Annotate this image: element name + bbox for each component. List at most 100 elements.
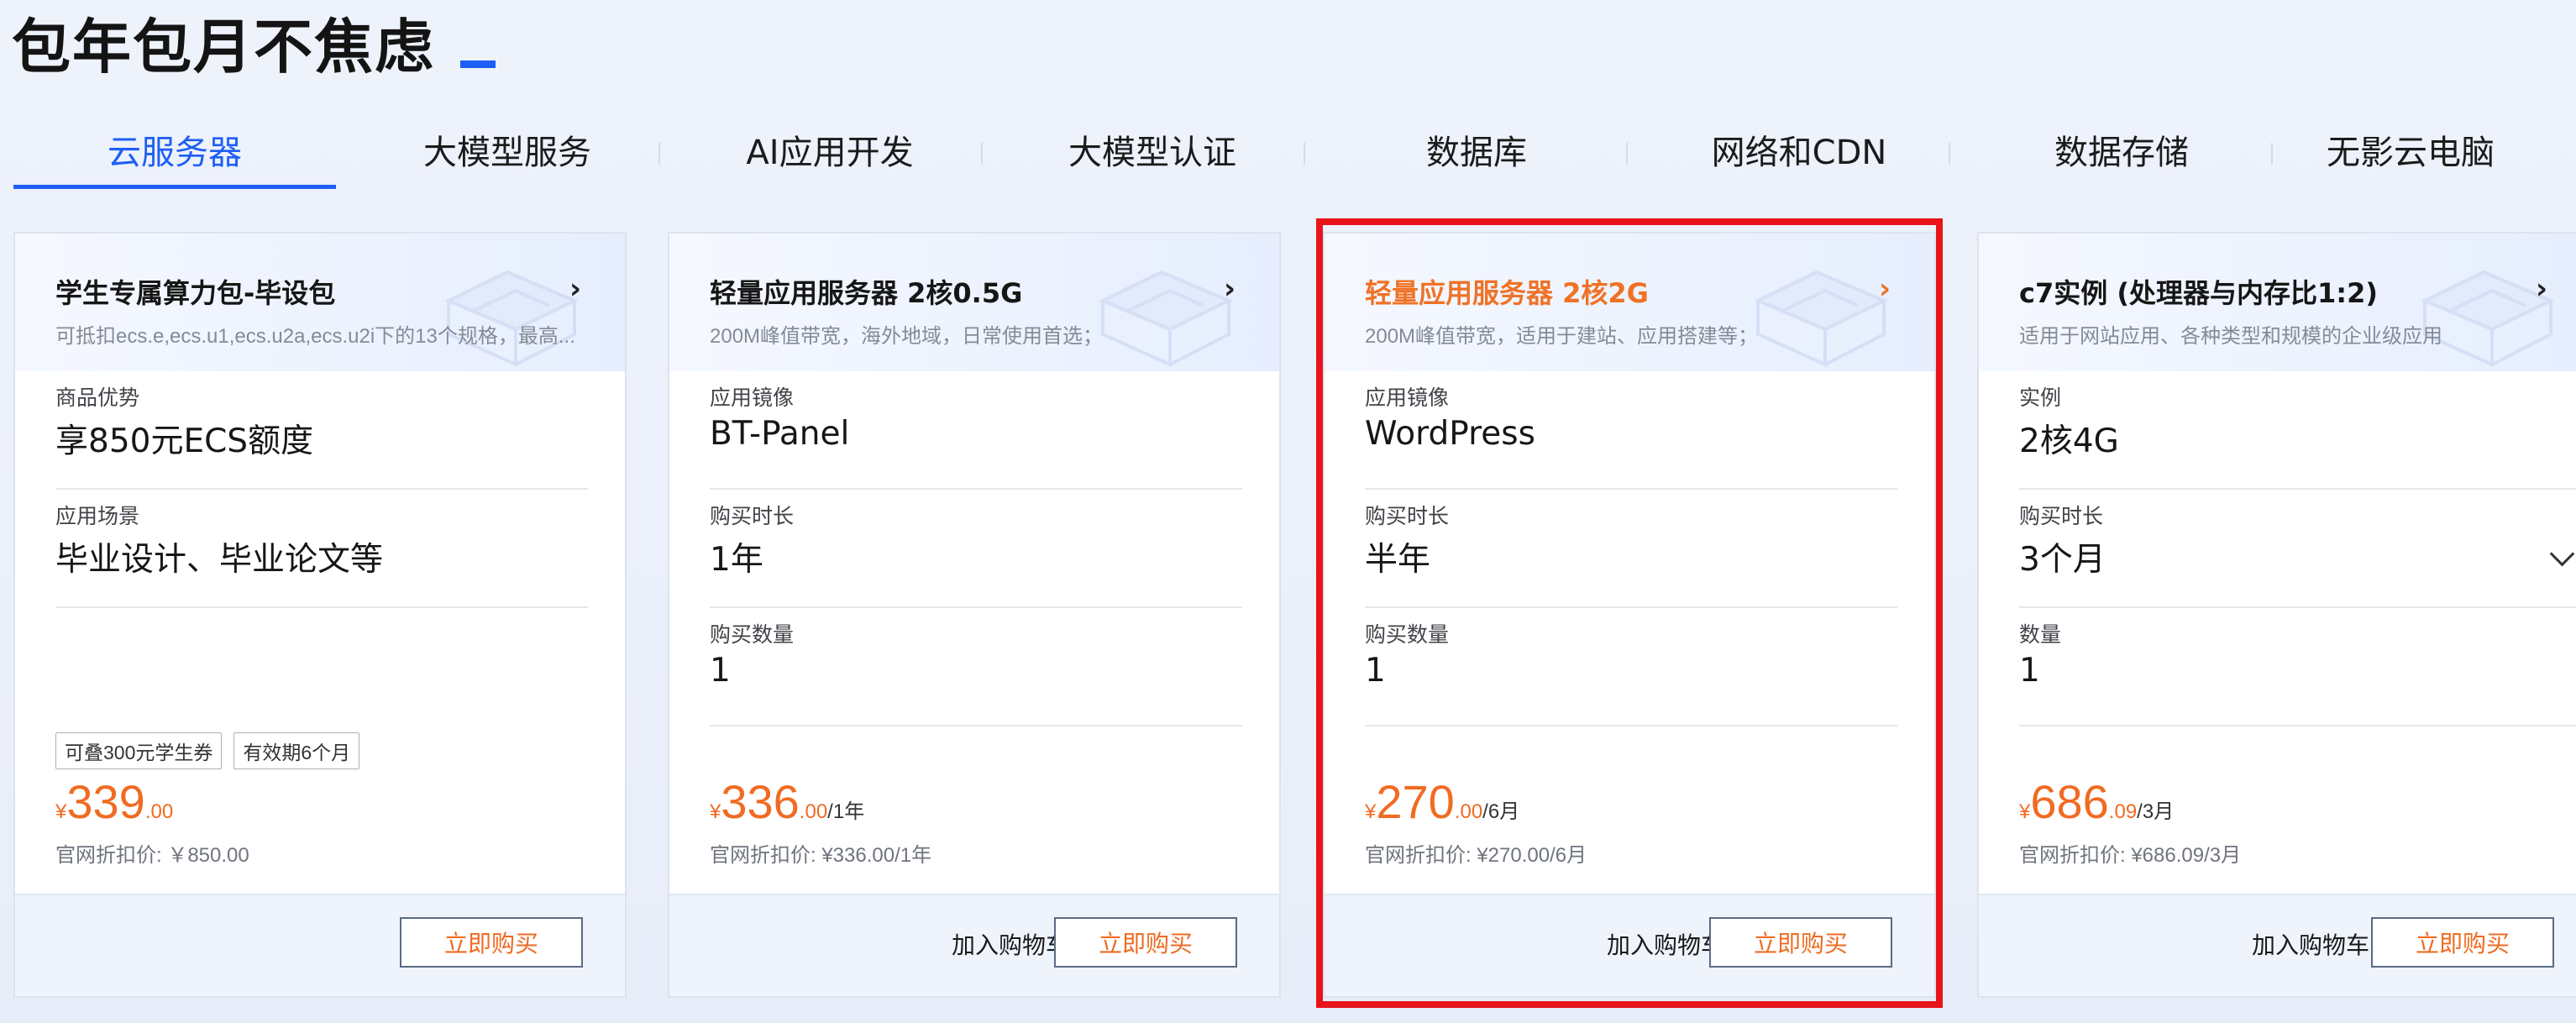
server-illustration-icon	[2421, 270, 2555, 368]
card-title: 轻量应用服务器 2核2G	[1365, 277, 1649, 309]
field-label: 实例	[2019, 386, 2062, 410]
tab-divider	[1304, 143, 1305, 165]
field-label: 购买时长	[1365, 504, 1450, 528]
price: ¥270.00/6月	[1365, 774, 1519, 829]
field-use-case: 应用场景 毕业设计、毕业论文等	[55, 490, 588, 608]
tab-cloud-server[interactable]: 云服务器	[13, 109, 336, 190]
add-to-cart-button[interactable]: 加入购物车	[2252, 927, 2369, 961]
product-card-lighthouse-2c05g: 轻量应用服务器 2核0.5G › 200M峰值带宽，海外地域，日常使用首选； 应…	[668, 232, 1281, 998]
field-label: 购买数量	[1365, 622, 1450, 647]
tag-student-coupon: 可叠300元学生券	[55, 732, 223, 769]
price-integer: 686	[2030, 775, 2109, 828]
tab-divider	[1949, 143, 1950, 165]
card-header[interactable]: c7实例 (处理器与内存比1:2) › 适用于网站应用、各种类型和规模的企业级应…	[1979, 233, 2576, 371]
tab-ai-app-dev[interactable]: AI应用开发	[669, 109, 991, 190]
price: ¥339.00	[55, 774, 173, 829]
tab-network-cdn[interactable]: 网络和CDN	[1638, 109, 1960, 190]
card-subtitle: 200M峰值带宽，适用于建站、应用搭建等；	[1365, 325, 1759, 348]
card-header[interactable]: 轻量应用服务器 2核2G › 200M峰值带宽，适用于建站、应用搭建等；	[1325, 233, 1934, 371]
card-subtitle: 200M峰值带宽，海外地域，日常使用首选；	[710, 325, 1104, 348]
tab-database[interactable]: 数据库	[1315, 109, 1638, 190]
price-period: /6月	[1482, 800, 1520, 823]
field-value: 2核4G	[2019, 422, 2119, 460]
tab-divider	[658, 143, 660, 165]
field-instance[interactable]: 实例 2核4G	[2019, 371, 2576, 490]
price: ¥336.00/1年	[710, 774, 864, 829]
list-price: 官网折扣价: ¥336.00/1年	[710, 844, 932, 867]
field-purchase-quantity[interactable]: 购买数量 1	[710, 608, 1242, 727]
card-header[interactable]: 轻量应用服务器 2核0.5G › 200M峰值带宽，海外地域，日常使用首选；	[669, 233, 1279, 371]
price-currency: ¥	[55, 800, 67, 823]
tab-divider	[2271, 143, 2273, 165]
price-decimal: .00	[144, 800, 174, 823]
card-header[interactable]: 学生专属算力包-毕设包 › 可抵扣ecs.e,ecs.u1,ecs.u2a,ec…	[15, 233, 625, 371]
buy-now-button[interactable]: 立即购买	[2371, 917, 2554, 968]
chevron-right-icon[interactable]: ›	[1879, 272, 1891, 306]
field-quantity[interactable]: 数量 1	[2019, 608, 2576, 727]
tab-data-storage[interactable]: 数据存储	[1960, 109, 2283, 190]
field-app-image[interactable]: 应用镜像 BT-Panel	[710, 371, 1242, 490]
field-purchase-duration[interactable]: 购买时长 半年	[1365, 490, 1897, 608]
price-currency: ¥	[2019, 800, 2031, 823]
list-price: 官网折扣价: ￥850.00	[55, 844, 249, 867]
field-value: 1	[2019, 652, 2040, 690]
field-label: 应用镜像	[1365, 386, 1450, 410]
chevron-right-icon[interactable]: ›	[2536, 272, 2547, 306]
tab-llm-certification[interactable]: 大模型认证	[991, 109, 1314, 190]
card-title: c7实例 (处理器与内存比1:2)	[2019, 277, 2378, 309]
buy-now-button[interactable]: 立即购买	[1709, 917, 1892, 968]
card-footer: 立即购买	[15, 894, 625, 996]
active-tab-underline	[13, 185, 336, 189]
field-purchase-duration[interactable]: 购买时长 1年	[710, 490, 1242, 608]
card-subtitle: 可抵扣ecs.e,ecs.u1,ecs.u2a,ecs.u2i下的13个规格，最…	[55, 325, 575, 348]
field-value: 1	[710, 652, 731, 690]
product-card-student-pack: 学生专属算力包-毕设包 › 可抵扣ecs.e,ecs.u1,ecs.u2a,ec…	[13, 232, 627, 998]
price-decimal: .09	[2108, 800, 2138, 823]
page-title: 包年包月不焦虑	[12, 13, 435, 81]
chevron-right-icon[interactable]: ›	[569, 272, 581, 306]
chevron-down-icon[interactable]	[2549, 541, 2575, 567]
chevron-right-icon[interactable]: ›	[1224, 272, 1236, 306]
product-card-lighthouse-2c2g: 轻量应用服务器 2核2G › 200M峰值带宽，适用于建站、应用搭建等； 应用镜…	[1323, 232, 1936, 998]
field-label: 应用镜像	[710, 386, 795, 410]
card-subtitle: 适用于网站应用、各种类型和规模的企业级应用	[2019, 325, 2442, 348]
card-title: 学生专属算力包-毕设包	[55, 277, 336, 309]
tab-wuying-cloud-pc[interactable]: 无影云电脑	[2249, 109, 2572, 190]
price-integer: 270	[1376, 775, 1455, 828]
card-footer: 加入购物车 立即购买	[669, 894, 1279, 996]
field-value: 1年	[710, 541, 763, 579]
field-value: 3个月	[2019, 541, 2106, 579]
price-integer: 336	[721, 775, 800, 828]
field-value: 毕业设计、毕业论文等	[55, 541, 384, 579]
field-label: 购买时长	[2019, 504, 2104, 528]
add-to-cart-button[interactable]: 加入购物车	[952, 927, 1069, 961]
field-label: 商品优势	[55, 386, 140, 410]
field-value: WordPress	[1365, 415, 1535, 453]
add-to-cart-button[interactable]: 加入购物车	[1607, 927, 1724, 961]
duration-select[interactable]: 购买时长 3个月	[2019, 490, 2576, 608]
buy-now-button[interactable]: 立即购买	[1054, 917, 1237, 968]
price-period: /1年	[827, 800, 865, 823]
price: ¥686.09/3月	[2019, 774, 2174, 829]
price-decimal: .00	[799, 800, 828, 823]
field-label: 购买时长	[710, 504, 795, 528]
field-purchase-quantity[interactable]: 购买数量 1	[1365, 608, 1897, 727]
title-accent-dash	[460, 60, 496, 68]
field-label: 数量	[2019, 622, 2062, 647]
tab-divider	[1626, 143, 1628, 165]
field-value: 1	[1365, 652, 1386, 690]
buy-now-button[interactable]: 立即购买	[400, 917, 583, 968]
field-product-advantage: 商品优势 享850元ECS额度	[55, 371, 588, 490]
field-value: 半年	[1365, 541, 1431, 579]
tab-llm-service[interactable]: 大模型服务	[346, 109, 669, 190]
category-tabs: 云服务器 大模型服务 AI应用开发 大模型认证 数据库 网络和CDN 数据存储 …	[13, 109, 2567, 193]
list-price: 官网折扣价: ¥270.00/6月	[1365, 844, 1587, 867]
price-integer: 339	[66, 775, 145, 828]
list-price: 官网折扣价: ¥686.09/3月	[2019, 844, 2242, 867]
field-value: 享850元ECS额度	[55, 422, 314, 460]
field-label: 应用场景	[55, 504, 140, 528]
card-footer: 加入购物车 立即购买	[1979, 894, 2576, 996]
card-footer: 加入购物车 立即购买	[1325, 894, 1934, 996]
field-app-image[interactable]: 应用镜像 WordPress	[1365, 371, 1897, 490]
field-value: BT-Panel	[710, 415, 850, 453]
